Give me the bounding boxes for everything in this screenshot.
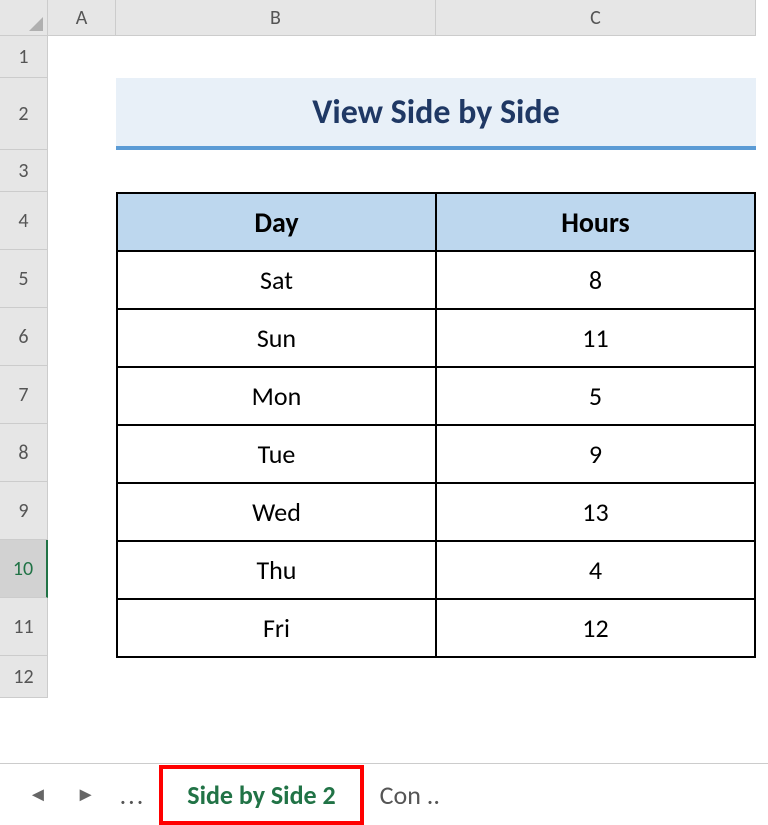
row-header-6[interactable]: 6 bbox=[0, 308, 48, 366]
table-row: Tue 9 bbox=[117, 425, 755, 483]
row-header-11[interactable]: 11 bbox=[0, 598, 48, 656]
row-header-1[interactable]: 1 bbox=[0, 36, 48, 78]
tab-nav-prev-icon[interactable]: ◄ bbox=[18, 777, 58, 813]
grid-body: 1 2 3 4 5 6 7 8 9 10 11 12 View Side by … bbox=[0, 36, 768, 763]
cells-area[interactable]: View Side by Side Day Hours Sat 8 Sun bbox=[48, 36, 768, 763]
cell-day[interactable]: Thu bbox=[117, 541, 436, 599]
column-header-a[interactable]: A bbox=[48, 0, 116, 36]
tab-side-by-side-2[interactable]: Side by Side 2 bbox=[159, 765, 363, 825]
cell-day[interactable]: Wed bbox=[117, 483, 436, 541]
row-header-2[interactable]: 2 bbox=[0, 78, 48, 150]
cell-hours[interactable]: 9 bbox=[436, 425, 755, 483]
row-header-4[interactable]: 4 bbox=[0, 192, 48, 250]
cell-hours[interactable]: 12 bbox=[436, 599, 755, 657]
table-row: Mon 5 bbox=[117, 367, 755, 425]
select-all-corner[interactable] bbox=[0, 0, 48, 36]
row-header-8[interactable]: 8 bbox=[0, 424, 48, 482]
excel-spreadsheet: A B C 1 2 3 4 5 6 7 8 9 10 11 12 View Si… bbox=[0, 0, 768, 825]
cell-day[interactable]: Fri bbox=[117, 599, 436, 657]
cell-day[interactable]: Tue bbox=[117, 425, 436, 483]
tab-nav-more-icon[interactable]: ... bbox=[114, 779, 152, 811]
column-header-b[interactable]: B bbox=[116, 0, 436, 36]
header-row: A B C bbox=[0, 0, 768, 36]
header-hours[interactable]: Hours bbox=[436, 193, 755, 251]
cell-hours[interactable]: 4 bbox=[436, 541, 755, 599]
table-row: Thu 4 bbox=[117, 541, 755, 599]
cell-hours[interactable]: 5 bbox=[436, 367, 755, 425]
row-header-3[interactable]: 3 bbox=[0, 150, 48, 192]
table-row: Sat 8 bbox=[117, 251, 755, 309]
sheet-tabs-bar: ◄ ► ... Side by Side 2 Con .. bbox=[0, 763, 768, 825]
table-row: Wed 13 bbox=[117, 483, 755, 541]
cell-hours[interactable]: 11 bbox=[436, 309, 755, 367]
table-header-row: Day Hours bbox=[117, 193, 755, 251]
title-cell[interactable]: View Side by Side bbox=[116, 78, 756, 150]
header-day[interactable]: Day bbox=[117, 193, 436, 251]
tab-con[interactable]: Con .. bbox=[372, 769, 448, 821]
row-header-12[interactable]: 12 bbox=[0, 656, 48, 698]
row-headers: 1 2 3 4 5 6 7 8 9 10 11 12 bbox=[0, 36, 48, 763]
column-header-c[interactable]: C bbox=[436, 0, 756, 36]
row-header-10[interactable]: 10 bbox=[0, 540, 48, 598]
cell-hours[interactable]: 8 bbox=[436, 251, 755, 309]
table-row: Fri 12 bbox=[117, 599, 755, 657]
cell-day[interactable]: Sat bbox=[117, 251, 436, 309]
cell-hours[interactable]: 13 bbox=[436, 483, 755, 541]
cell-day[interactable]: Mon bbox=[117, 367, 436, 425]
row-header-5[interactable]: 5 bbox=[0, 250, 48, 308]
cell-day[interactable]: Sun bbox=[117, 309, 436, 367]
tab-nav-next-icon[interactable]: ► bbox=[66, 777, 106, 813]
table-row: Sun 11 bbox=[117, 309, 755, 367]
column-headers: A B C bbox=[48, 0, 756, 36]
data-table: Day Hours Sat 8 Sun 11 Mon 5 bbox=[116, 192, 756, 658]
select-all-triangle-icon bbox=[29, 17, 43, 31]
row-header-7[interactable]: 7 bbox=[0, 366, 48, 424]
row-header-9[interactable]: 9 bbox=[0, 482, 48, 540]
